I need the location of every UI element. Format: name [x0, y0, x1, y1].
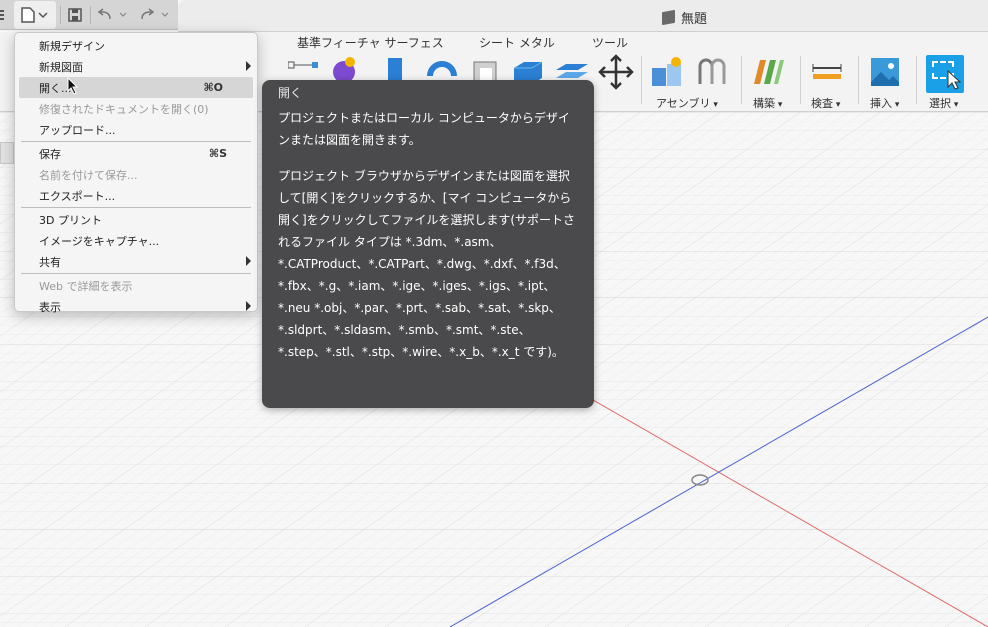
save-icon[interactable]	[64, 0, 86, 30]
menu-upload[interactable]: アップロード...	[15, 119, 257, 140]
joint-icon[interactable]	[694, 54, 730, 90]
construct-group-label[interactable]: 構築	[753, 95, 782, 111]
shortcut-label: ⌘S	[208, 147, 227, 160]
menu-view[interactable]: 表示	[15, 296, 257, 317]
redo-icon[interactable]	[138, 0, 174, 30]
submenu-arrow-icon	[246, 61, 251, 71]
menu-new-design[interactable]: 新規デザイン	[15, 35, 257, 56]
grid-menu-icon[interactable]	[0, 0, 6, 30]
select-group-label[interactable]: 選択	[929, 95, 958, 111]
tooltip-details: プロジェクト ブラウザからデザインまたは図面を選択して[開く]をクリックするか、…	[278, 169, 576, 359]
menu-save[interactable]: 保存 ⌘S	[15, 143, 257, 164]
menu-open-recovered: 修復されたドキュメントを開く(0)	[39, 102, 209, 116]
menu-open[interactable]: 開く... ⌘O	[19, 77, 253, 98]
menu-divider	[21, 273, 251, 274]
tooltip-description: プロジェクトまたはローカル コンピュータからデザインまたは図面を開きます。	[278, 111, 570, 147]
menu-view-on-web: Web で詳細を表示	[39, 279, 133, 293]
assembly-group-label[interactable]: アセンブリ	[656, 95, 718, 111]
document-title: 無題	[662, 8, 707, 27]
select-icon[interactable]	[926, 55, 964, 93]
tab-tools[interactable]: ツール	[592, 34, 628, 51]
title-bar: 無題	[178, 0, 988, 32]
file-menu-icon[interactable]	[14, 1, 56, 29]
move-icon[interactable]	[598, 54, 634, 90]
inspect-group-label[interactable]: 検査	[811, 95, 840, 111]
tooltip-title: 開く	[278, 86, 303, 100]
shortcut-label: ⌘O	[203, 81, 223, 94]
construct-icon[interactable]	[750, 54, 786, 90]
menu-capture-image[interactable]: イメージをキャプチャ...	[15, 230, 257, 251]
menu-save-as: 名前を付けて保存...	[39, 168, 138, 182]
undo-icon[interactable]	[96, 0, 132, 30]
tab-surface[interactable]: 基準フィーチャ サーフェス	[297, 34, 444, 51]
mouse-cursor-icon	[67, 77, 79, 95]
inspect-icon[interactable]	[809, 54, 845, 90]
menu-export[interactable]: エクスポート...	[15, 185, 257, 206]
menu-share[interactable]: 共有	[15, 251, 257, 272]
document-icon	[662, 9, 675, 26]
quick-access-toolbar	[0, 0, 178, 30]
submenu-arrow-icon	[246, 256, 251, 266]
tab-sheet-metal[interactable]: シート メタル	[479, 34, 555, 51]
assembly-icon[interactable]	[650, 54, 686, 90]
submenu-arrow-icon	[246, 301, 251, 311]
menu-new-drawing[interactable]: 新規図面	[15, 56, 257, 77]
insert-icon[interactable]	[867, 54, 903, 90]
menu-3d-print[interactable]: 3D プリント	[15, 209, 257, 230]
menu-divider	[21, 207, 251, 208]
file-menu: 新規デザイン 新規図面 開く... ⌘O 修復されたドキュメントを開く(0) アッ…	[14, 32, 258, 314]
menu-divider	[21, 141, 251, 142]
open-tooltip: 開く プロジェクトまたはローカル コンピュータからデザインまたは図面を開きます。…	[262, 80, 594, 408]
browser-collapse-tab[interactable]	[0, 142, 14, 164]
insert-group-label[interactable]: 挿入	[870, 95, 899, 111]
